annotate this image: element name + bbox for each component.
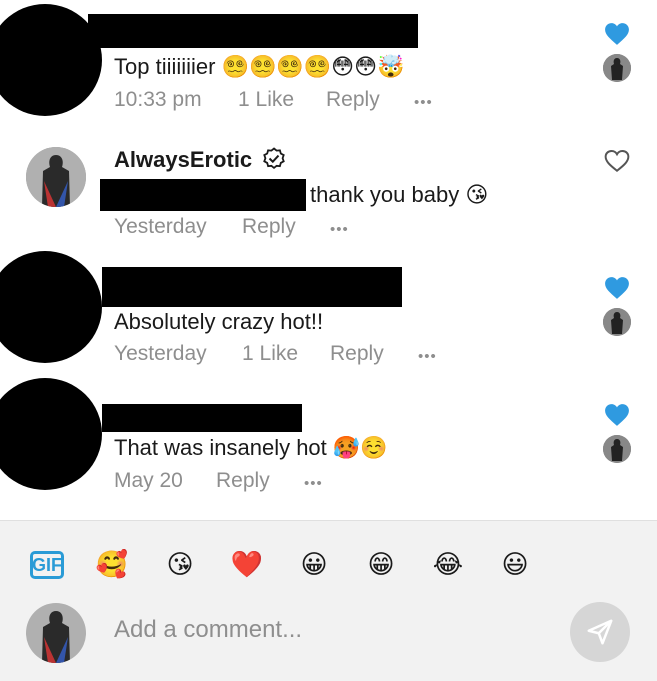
author-liked-avatar bbox=[603, 308, 631, 336]
comment-text: Top tiiiiiiier 😵‍💫😵‍💫😵‍💫😵‍💫😳😳🤯 bbox=[114, 54, 405, 80]
comment-input[interactable]: Add a comment... bbox=[114, 616, 302, 644]
comment-text: That was insanely hot 🥵☺️ bbox=[114, 435, 388, 461]
comment-time: May 20 bbox=[114, 469, 183, 492]
reaction-smiling-hearts[interactable]: 🥰 bbox=[92, 545, 132, 585]
current-user-avatar bbox=[26, 603, 86, 663]
comment-time: Yesterday bbox=[114, 342, 207, 365]
send-icon bbox=[587, 619, 613, 645]
redacted-avatar bbox=[0, 251, 102, 363]
reaction-tears-of-joy[interactable]: 😂 bbox=[428, 545, 468, 585]
reply-link[interactable]: Reply bbox=[326, 88, 380, 112]
liked-heart-icon[interactable] bbox=[604, 403, 630, 427]
comment-emojis: 🥵☺️ bbox=[332, 436, 388, 461]
author-avatar[interactable] bbox=[26, 147, 86, 207]
more-options-icon[interactable]: ••• bbox=[418, 348, 437, 365]
comment-time: 10:33 pm bbox=[114, 88, 202, 111]
verified-badge-icon bbox=[263, 147, 286, 170]
comment-composer: GIF 🥰 😘 ❤️ 😀 😁 😂 😃 Add a comment... bbox=[0, 520, 657, 681]
comment-emojis: 😵‍💫😵‍💫😵‍💫😵‍💫😳😳🤯 bbox=[221, 55, 405, 80]
heart-outline-icon[interactable] bbox=[604, 149, 630, 173]
redacted-username bbox=[88, 14, 418, 48]
reaction-kiss[interactable]: 😘 bbox=[160, 545, 200, 585]
reaction-grinning[interactable]: 😀 bbox=[294, 545, 334, 585]
more-options-icon[interactable]: ••• bbox=[330, 221, 349, 238]
author-username[interactable]: AlwaysErotic bbox=[114, 147, 286, 173]
like-count-link[interactable]: 1 Like bbox=[242, 342, 298, 366]
redacted-avatar bbox=[0, 378, 102, 490]
comment-meta: Yesterday Reply ••• bbox=[114, 215, 414, 241]
send-button[interactable] bbox=[570, 602, 630, 662]
reaction-red-heart[interactable]: ❤️ bbox=[227, 545, 267, 585]
author-liked-avatar bbox=[603, 435, 631, 463]
author-liked-avatar bbox=[603, 54, 631, 82]
comment-meta: Yesterday 1 Like Reply ••• bbox=[114, 342, 474, 368]
more-options-icon[interactable]: ••• bbox=[304, 475, 323, 492]
like-count-link[interactable]: 1 Like bbox=[238, 88, 294, 112]
reaction-beaming[interactable]: 😁 bbox=[361, 545, 401, 585]
reply-link[interactable]: Reply bbox=[242, 215, 296, 239]
reaction-smiley[interactable]: 😃 bbox=[495, 545, 535, 585]
comment-text: thank you baby 😘 bbox=[310, 182, 489, 208]
comment-text: Absolutely crazy hot!! bbox=[114, 309, 324, 334]
comment-meta: May 20 Reply ••• bbox=[114, 469, 414, 495]
more-options-icon[interactable]: ••• bbox=[414, 94, 433, 111]
comment-time: Yesterday bbox=[114, 215, 207, 238]
redacted-mention bbox=[100, 179, 306, 211]
gif-button[interactable]: GIF bbox=[30, 551, 64, 579]
redacted-avatar bbox=[0, 4, 102, 116]
comment-meta: 10:33 pm 1 Like Reply ••• bbox=[114, 88, 474, 114]
reply-link[interactable]: Reply bbox=[216, 469, 270, 493]
redacted-username bbox=[102, 404, 302, 432]
liked-heart-icon[interactable] bbox=[604, 276, 630, 300]
redacted-username bbox=[102, 267, 402, 307]
reply-link[interactable]: Reply bbox=[330, 342, 384, 366]
comment-emojis: 😘 bbox=[465, 183, 489, 208]
liked-heart-icon[interactable] bbox=[604, 22, 630, 46]
